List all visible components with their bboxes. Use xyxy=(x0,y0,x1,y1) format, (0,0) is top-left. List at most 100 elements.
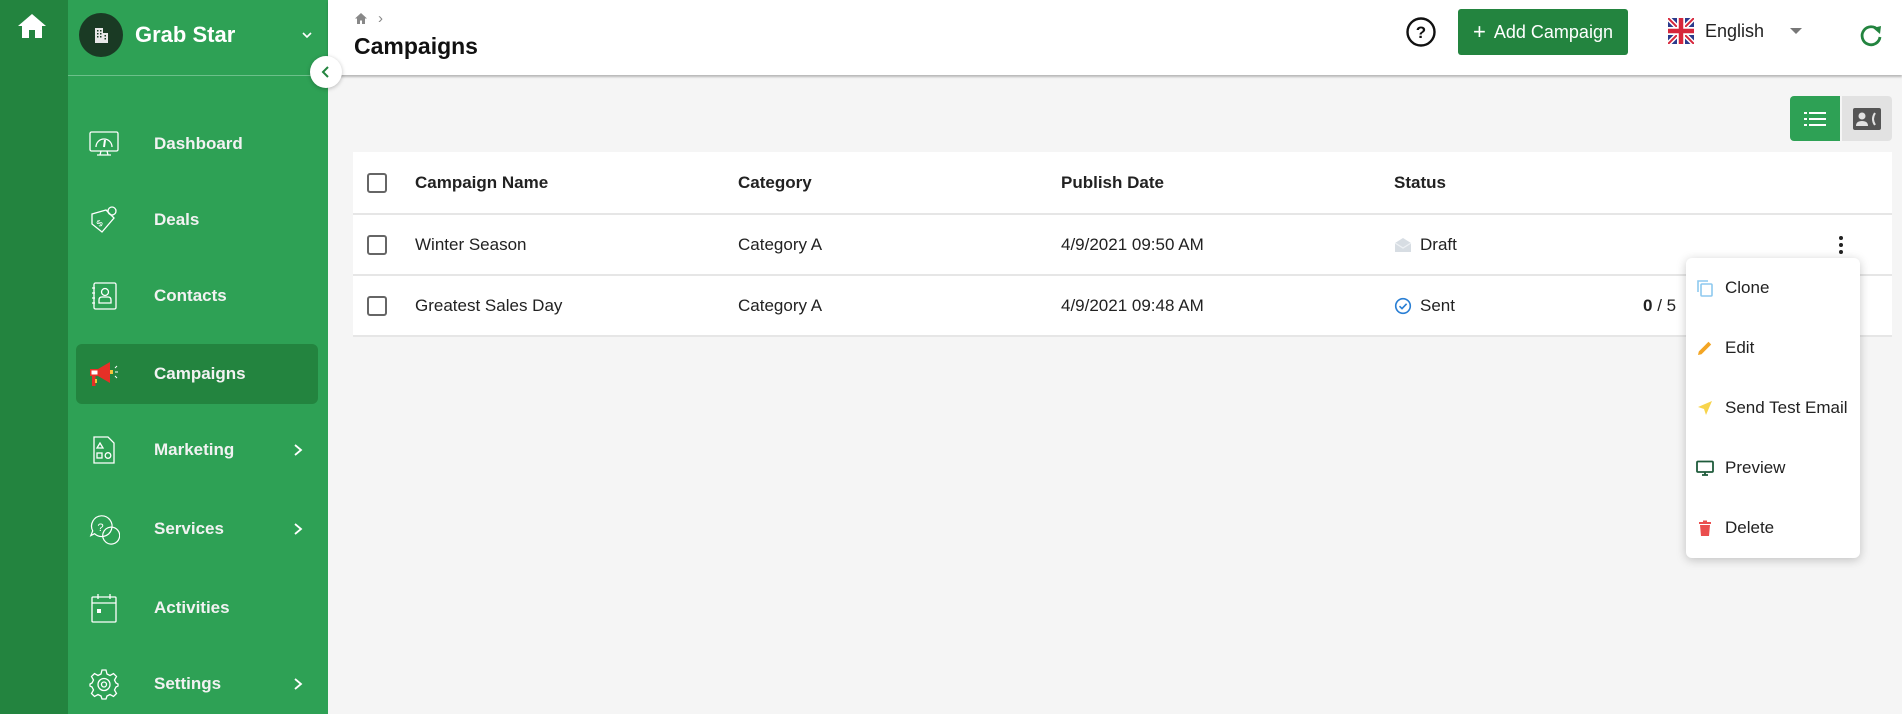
row-checkbox[interactable] xyxy=(367,234,387,255)
menu-item-label: Clone xyxy=(1725,278,1770,297)
status-badge: Sent xyxy=(1394,276,1455,335)
page-title: Campaigns xyxy=(354,33,478,59)
contact-book-icon xyxy=(88,280,120,312)
sidebar-item-dashboard[interactable]: Dashboard xyxy=(76,114,318,174)
chevron-right-icon xyxy=(294,444,303,456)
more-vertical-icon[interactable] xyxy=(1838,235,1844,255)
monitor-icon xyxy=(1696,459,1714,477)
sidebar-item-campaigns[interactable]: Campaigns xyxy=(76,344,318,404)
column-header-campaign-name[interactable]: Campaign Name xyxy=(415,152,548,213)
uk-flag-icon xyxy=(1668,18,1694,44)
list-icon xyxy=(1804,111,1826,126)
refresh-icon[interactable] xyxy=(1858,22,1884,48)
campaign-publish-date: 4/9/2021 09:48 AM xyxy=(1061,295,1204,315)
breadcrumb-separator: › xyxy=(378,10,383,27)
megaphone-icon xyxy=(88,358,120,390)
add-campaign-button[interactable]: + Add Campaign xyxy=(1458,9,1628,55)
menu-item-clone[interactable]: Clone xyxy=(1686,263,1860,313)
sidebar-item-contacts[interactable]: Contacts xyxy=(76,266,318,326)
page-header: › Campaigns ? + Add Campaign English xyxy=(328,0,1902,75)
sidebar-item-label: Marketing xyxy=(154,440,235,459)
row-actions-menu: Clone Edit Send Test Email Preview Delet… xyxy=(1686,258,1860,558)
campaign-name[interactable]: Winter Season xyxy=(415,215,527,274)
chevron-right-icon xyxy=(294,678,303,690)
table-header-row: Campaign Name Category Publish Date Stat… xyxy=(353,152,1892,215)
card-view-button[interactable] xyxy=(1842,96,1892,141)
campaigns-table: Campaign Name Category Publish Date Stat… xyxy=(353,152,1892,337)
collapse-sidebar-button[interactable] xyxy=(310,56,342,88)
row-checkbox[interactable] xyxy=(367,295,387,316)
table-row[interactable]: Greatest Sales Day Category A 4/9/2021 0… xyxy=(353,276,1892,337)
price-tag-icon: $ xyxy=(88,204,120,236)
campaign-category: Category A xyxy=(738,234,823,254)
svg-text:?: ? xyxy=(1416,23,1426,42)
sidebar-item-label: Dashboard xyxy=(154,134,243,153)
sidebar-item-label: Campaigns xyxy=(154,364,246,383)
brand-name: Grab Star xyxy=(135,22,236,47)
language-label: English xyxy=(1705,20,1765,41)
sidebar-item-label: Contacts xyxy=(154,286,227,305)
recipient-count-done: 0 xyxy=(1643,295,1653,315)
contact-card-icon xyxy=(1853,107,1881,130)
breadcrumb: › xyxy=(354,10,383,27)
sidebar-item-services[interactable]: ? Services xyxy=(76,499,318,559)
column-header-publish-date[interactable]: Publish Date xyxy=(1061,152,1164,213)
table-row[interactable]: Winter Season Category A 4/9/2021 09:50 … xyxy=(353,215,1892,276)
menu-item-label: Send Test Email xyxy=(1725,398,1848,417)
envelope-open-icon xyxy=(1394,237,1412,252)
trash-icon xyxy=(1696,519,1714,537)
campaign-publish-date: 4/9/2021 09:50 AM xyxy=(1061,234,1204,254)
menu-item-delete[interactable]: Delete xyxy=(1686,503,1860,553)
recipient-count-total: / 5 xyxy=(1657,295,1677,315)
check-circle-icon xyxy=(1394,297,1412,314)
dashboard-gauge-icon xyxy=(88,128,120,160)
menu-item-send-test-email[interactable]: Send Test Email xyxy=(1686,383,1860,433)
help-icon[interactable]: ? xyxy=(1405,16,1437,48)
left-rail xyxy=(0,0,68,714)
svg-text:?: ? xyxy=(97,522,103,534)
shapes-document-icon xyxy=(88,434,120,466)
status-badge: Draft xyxy=(1394,215,1457,274)
list-view-button[interactable] xyxy=(1790,96,1840,141)
menu-item-label: Edit xyxy=(1725,338,1755,357)
menu-item-preview[interactable]: Preview xyxy=(1686,443,1860,493)
chat-question-icon: ? xyxy=(88,513,120,545)
column-header-status[interactable]: Status xyxy=(1394,152,1446,213)
chevron-right-icon xyxy=(294,523,303,535)
sidebar-item-label: Settings xyxy=(154,674,222,693)
calendar-icon xyxy=(88,592,120,624)
campaign-name[interactable]: Greatest Sales Day xyxy=(415,276,562,335)
plus-icon: + xyxy=(1473,19,1486,44)
copy-icon xyxy=(1696,279,1714,297)
sidebar-item-marketing[interactable]: Marketing xyxy=(76,420,318,480)
brand-switcher[interactable]: Grab Star xyxy=(68,0,328,76)
sidebar-item-label: Activities xyxy=(154,598,230,617)
sidebar-item-deals[interactable]: $ Deals xyxy=(76,190,318,250)
recipient-count: 0 / 5 xyxy=(1643,276,1676,335)
sidebar-item-activities[interactable]: Activities xyxy=(76,578,318,638)
status-text: Draft xyxy=(1420,234,1457,254)
select-all-checkbox[interactable] xyxy=(367,172,387,193)
breadcrumb-home-icon[interactable] xyxy=(354,12,368,25)
home-icon[interactable] xyxy=(16,12,48,40)
campaign-category: Category A xyxy=(738,295,823,315)
send-icon xyxy=(1696,399,1714,417)
language-selector[interactable]: English xyxy=(1668,18,1802,44)
add-campaign-label: Add Campaign xyxy=(1493,21,1613,42)
caret-down-icon xyxy=(1790,28,1802,34)
view-toggle xyxy=(1790,96,1892,141)
sidebar-item-settings[interactable]: Settings xyxy=(76,654,318,714)
sidebar-item-label: Deals xyxy=(154,210,200,229)
status-text: Sent xyxy=(1420,295,1455,315)
pencil-icon xyxy=(1696,339,1714,357)
sidebar: Grab Star Dashboard $ Deals Contacts Cam… xyxy=(68,0,328,714)
menu-item-label: Delete xyxy=(1725,518,1775,537)
building-icon xyxy=(79,13,123,57)
gear-icon xyxy=(88,668,120,700)
menu-item-label: Preview xyxy=(1725,458,1786,477)
column-header-category[interactable]: Category xyxy=(738,152,812,213)
menu-item-edit[interactable]: Edit xyxy=(1686,323,1860,373)
sidebar-item-label: Services xyxy=(154,519,224,538)
chevron-down-icon[interactable] xyxy=(300,28,314,42)
chevron-left-icon xyxy=(321,66,329,78)
